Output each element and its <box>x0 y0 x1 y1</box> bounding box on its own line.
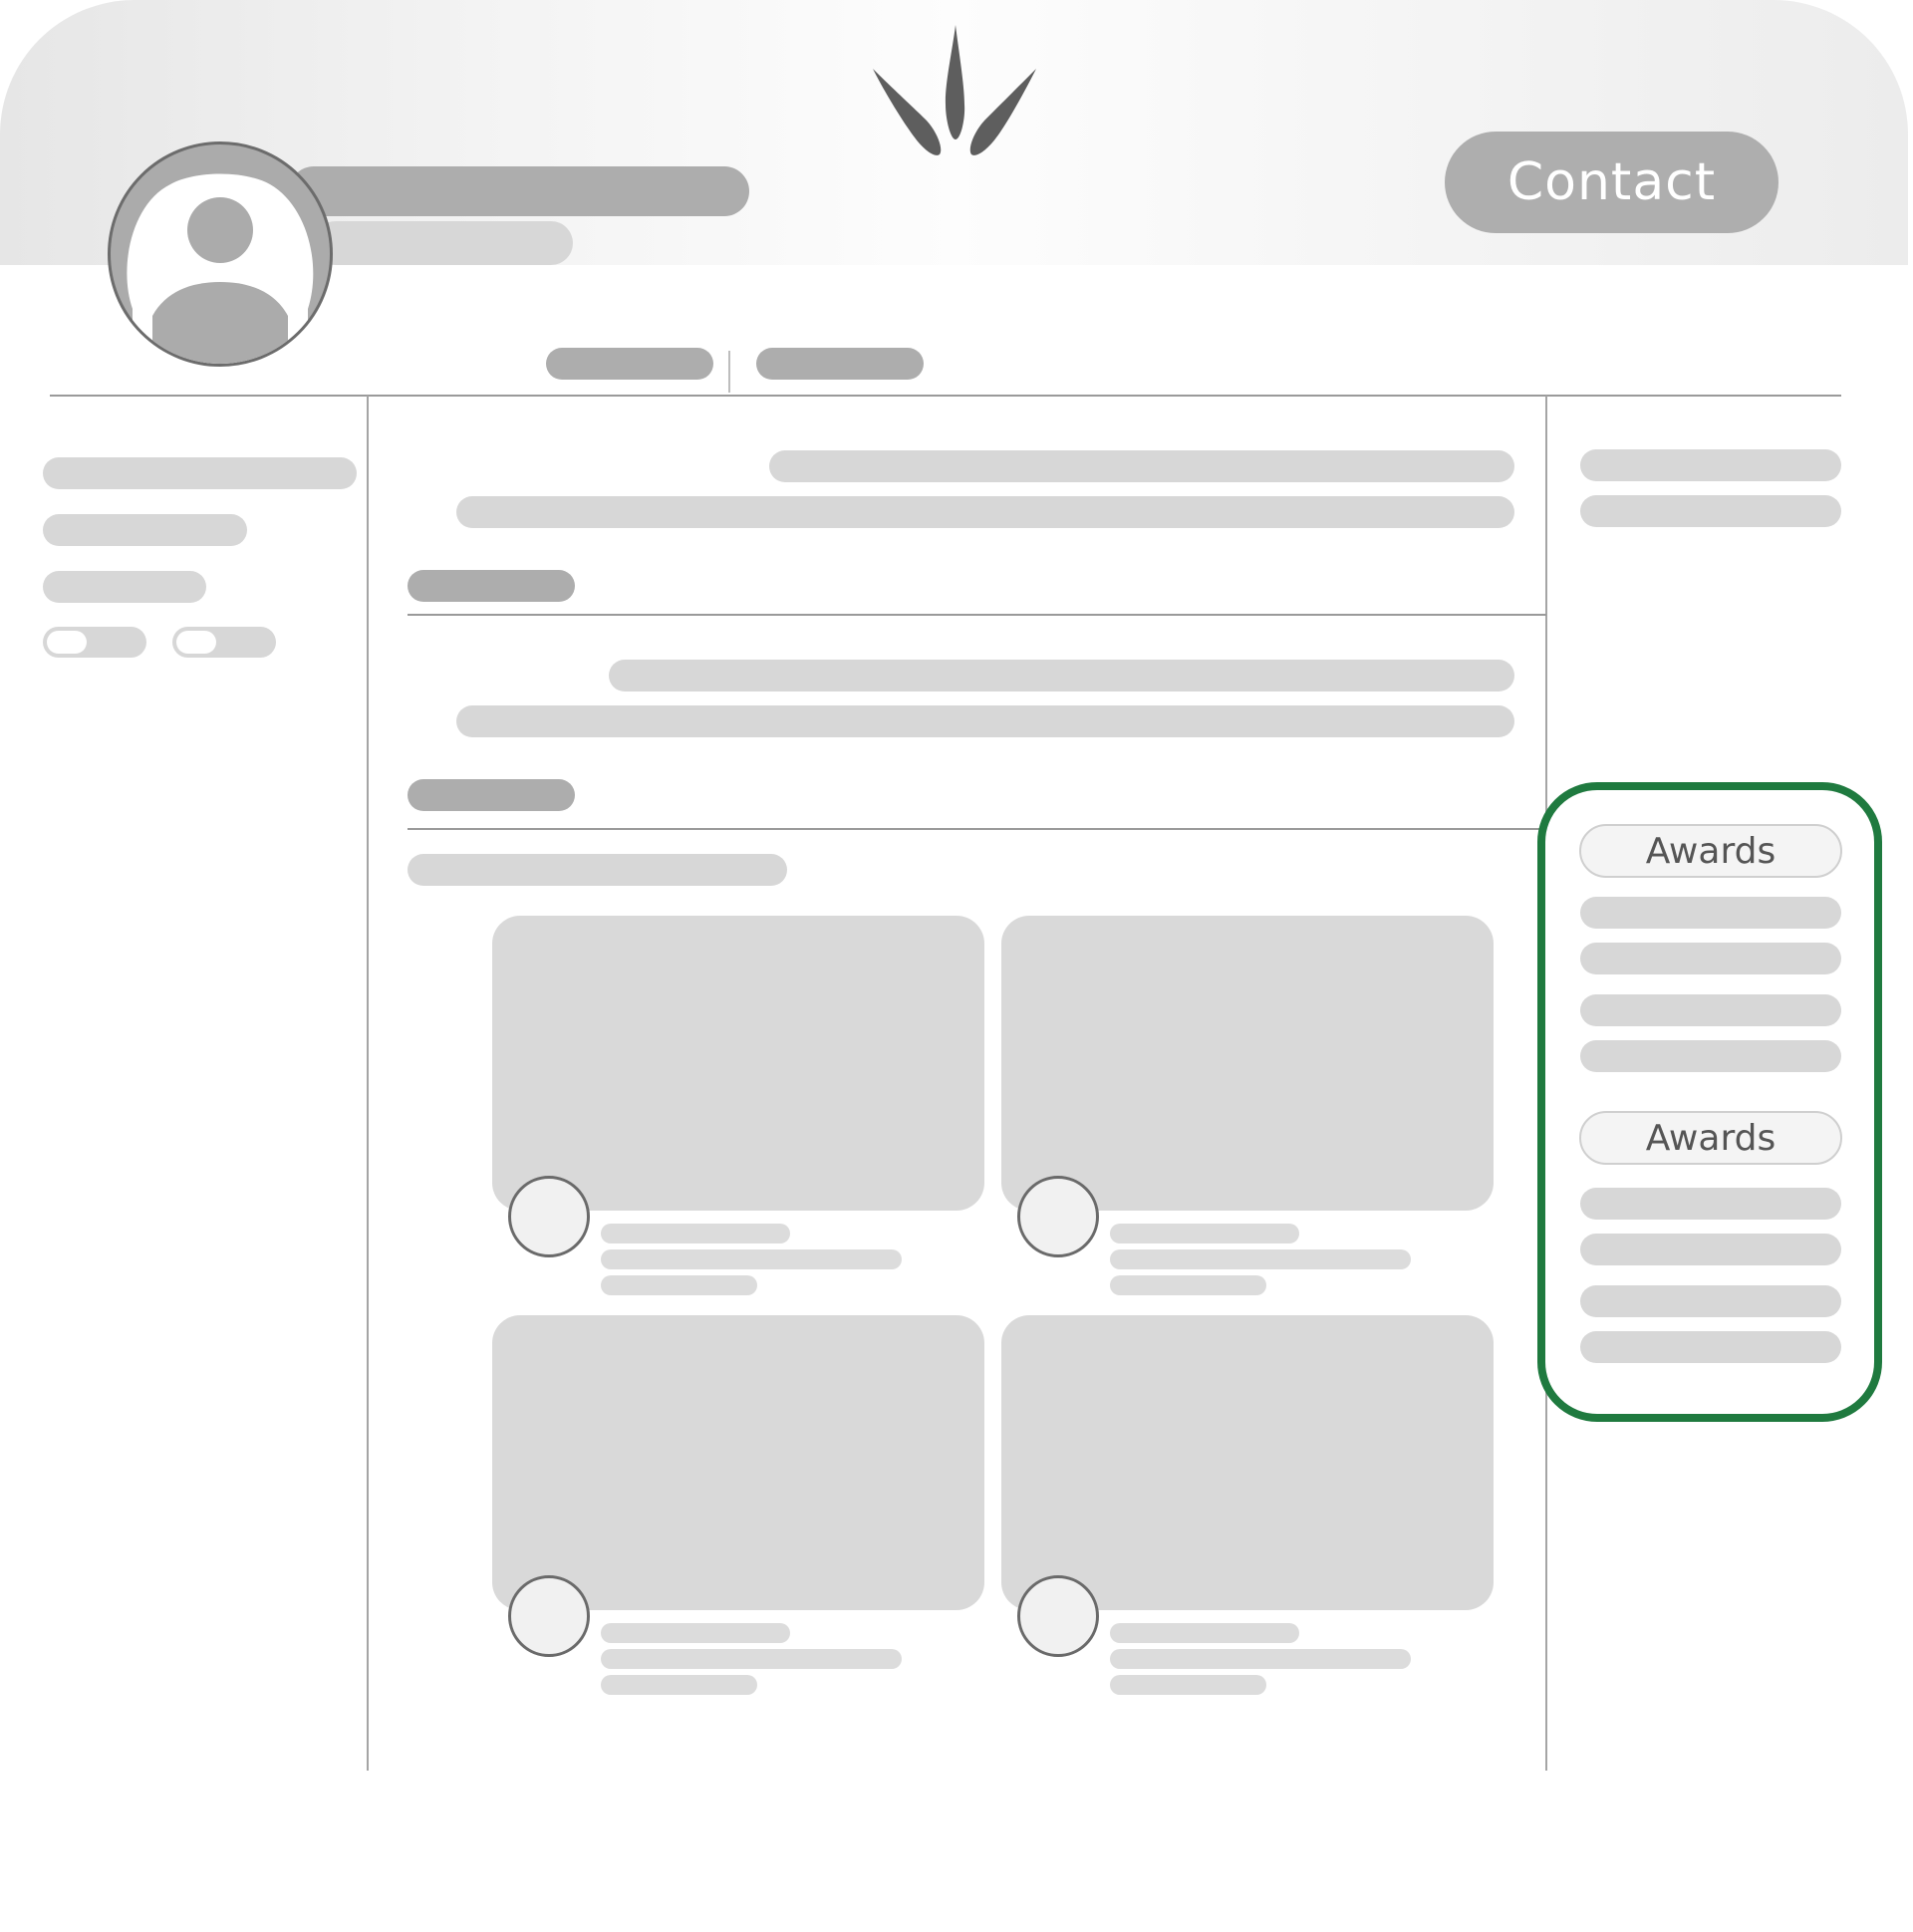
media-card-image[interactable] <box>492 916 984 1211</box>
right-column-line-2 <box>1580 495 1841 527</box>
awards-line <box>1580 1040 1841 1072</box>
media-card-line <box>601 1649 902 1669</box>
left-column-divider <box>367 396 369 1771</box>
media-card-avatar <box>508 1575 590 1657</box>
awards-line <box>1580 1188 1841 1220</box>
media-section-heading <box>408 854 787 886</box>
awards-line <box>1580 1331 1841 1363</box>
tab-2[interactable] <box>756 348 924 380</box>
media-card-image[interactable] <box>1001 1315 1494 1610</box>
awards-line <box>1580 897 1841 929</box>
awards-line <box>1580 943 1841 974</box>
awards-panel <box>1537 782 1882 1422</box>
profile-page: Contact Awards Awards <box>0 0 1913 1932</box>
media-card-avatar <box>1017 1176 1099 1257</box>
media-card-avatar <box>1017 1575 1099 1657</box>
media-card-line <box>1110 1249 1411 1269</box>
profile-name-placeholder <box>289 166 749 216</box>
right-column-line-1 <box>1580 449 1841 481</box>
sidebar-line-3 <box>43 571 206 603</box>
media-card-image[interactable] <box>492 1315 984 1610</box>
tab-separator <box>728 351 730 393</box>
leaf-sprout-icon <box>873 25 1036 155</box>
media-card-line <box>601 1249 902 1269</box>
section-1-tag <box>408 570 575 602</box>
media-card-image[interactable] <box>1001 916 1494 1211</box>
media-card-line <box>1110 1675 1266 1695</box>
media-card-avatar <box>508 1176 590 1257</box>
section-2-divider <box>408 828 1546 830</box>
section-1-divider <box>408 614 1546 616</box>
sidebar-toggle-1[interactable] <box>43 627 146 658</box>
media-card-line <box>1110 1275 1266 1295</box>
media-card-line <box>601 1275 757 1295</box>
awards-chip[interactable]: Awards <box>1579 1111 1842 1165</box>
awards-line <box>1580 994 1841 1026</box>
contact-button[interactable]: Contact <box>1445 132 1778 233</box>
awards-line <box>1580 1234 1841 1265</box>
media-card-line <box>1110 1649 1411 1669</box>
sidebar-line-1 <box>43 457 357 489</box>
media-card-line <box>601 1224 790 1243</box>
header-divider <box>50 395 1841 397</box>
user-avatar-icon[interactable] <box>108 141 333 367</box>
media-card-line <box>601 1675 757 1695</box>
media-card-line <box>1110 1224 1299 1243</box>
awards-chip[interactable]: Awards <box>1579 824 1842 878</box>
tab-1[interactable] <box>546 348 713 380</box>
section-1-line-2 <box>456 496 1514 528</box>
section-2-tag <box>408 779 575 811</box>
media-card-line <box>601 1623 790 1643</box>
profile-subtitle-placeholder <box>314 221 573 265</box>
section-1-line-1 <box>769 450 1514 482</box>
media-card-line <box>1110 1623 1299 1643</box>
sidebar-line-2 <box>43 514 247 546</box>
section-2-line-1 <box>609 660 1514 691</box>
section-2-line-2 <box>456 705 1514 737</box>
sidebar-toggle-2[interactable] <box>172 627 276 658</box>
awards-line <box>1580 1285 1841 1317</box>
